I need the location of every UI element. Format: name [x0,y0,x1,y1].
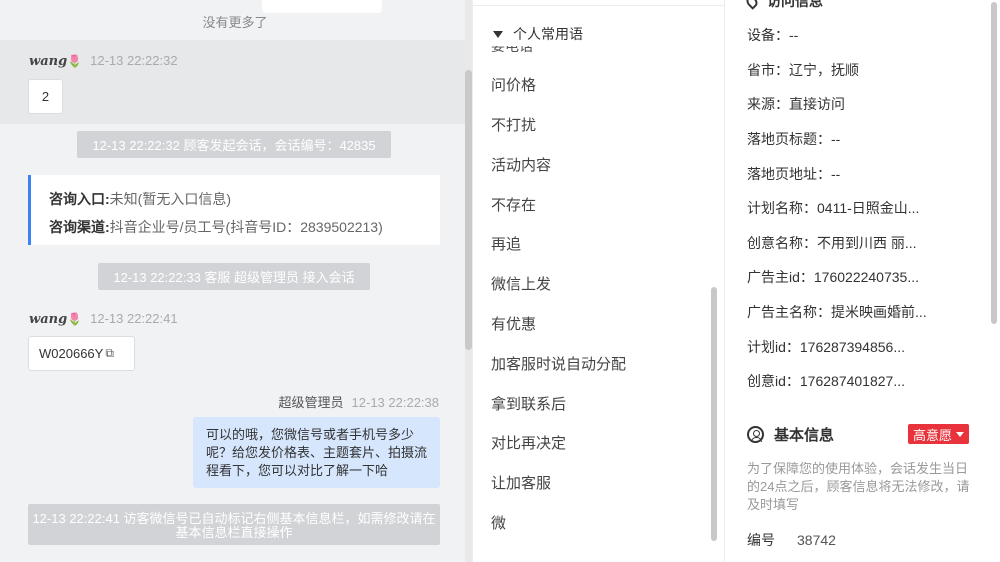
system-notice-text: 12-13 22:22:32 顾客发起会话，会话编号：42835 [92,138,376,153]
agent-message-text: 可以的哦，您微信号或者手机号多少呢？给您发价格表、主题套片、拍摄流程看下，您可以… [206,427,428,478]
agent-message-bubble[interactable]: 可以的哦，您微信号或者手机号多少呢？给您发价格表、主题套片、拍摄流程看下，您可以… [193,417,440,488]
chat-panel: 没有更多了 wang🌷 12-13 22:22:32 2 12-13 22:22:… [0,0,472,562]
message-time: 12-13 22:22:41 [90,311,178,326]
edit-notice: 为了保障您的使用体验，会话发生当日的24点之后，顾客信息将无法修改，请及时填写 [747,461,970,512]
intent-tag-dropdown[interactable]: 高意愿 [908,424,970,444]
message-sender: wang🌷 12-13 22:22:32 [29,53,178,69]
app-root: 没有更多了 wang🌷 12-13 22:22:32 2 12-13 22:22:… [0,0,1000,562]
tulip-emoji: 🌷 [67,54,83,68]
agent-sender: 超级管理员 12-13 22:22:38 [279,392,439,411]
system-notice: 12-13 22:22:33 客服 超级管理员 接入会话 [98,263,370,290]
intent-tag-label: 高意愿 [913,427,953,443]
phrase-item[interactable]: 有优惠 [491,313,536,334]
info-field-landing-url: 落地页地址：-- [747,166,841,182]
channel-row: 咨询渠道:抖音企业号/员工号(抖音号ID：2839502213) [49,213,440,241]
message-text: W020666Y [39,346,104,361]
sender-name: wang [29,54,68,69]
phrases-scrollbar[interactable] [711,287,717,541]
sender-name: wang [29,312,68,327]
entry-label: 咨询入口: [49,191,110,207]
caret-down-icon [956,431,965,437]
phrase-item[interactable]: 问价格 [491,74,536,95]
phrase-item[interactable]: 让加客服 [491,472,551,493]
message-time: 12-13 22:22:32 [90,53,178,68]
phrase-item[interactable]: 活动内容 [491,154,551,175]
customer-id-label: 编号 [747,532,775,548]
phrase-item[interactable]: 再追 [491,233,521,254]
info-field-advertiser-name: 广告主名称：提米映画婚前... [747,304,927,320]
system-notice: 12-13 22:22:32 顾客发起会话，会话编号：42835 [77,131,391,158]
phrase-item[interactable]: 不存在 [491,194,536,215]
entry-value: 未知(暂无入口信息) [109,191,231,207]
message-bubble[interactable]: 2 [28,79,63,114]
channel-value: 抖音企业号/员工号(抖音号ID：2839502213) [109,219,383,235]
phrase-item[interactable]: 对比再决定 [491,432,566,453]
info-field-creative-name: 创意名称：不用到川西 丽... [747,235,917,251]
agent-name: 超级管理员 [278,395,344,410]
no-more-text: 没有更多了 [202,15,268,30]
info-field-advertiser-id: 广告主id：176022240735... [747,269,919,285]
system-notice-text: 12-13 22:22:41 访客微信号已自动标记右侧基本信息栏，如需修改请在基… [32,511,436,540]
divider [473,5,724,6]
info-field-source: 来源：直接访问 [747,96,845,112]
common-phrases-panel: 要电话 个人常用语 问价格 不打扰 活动内容 不存在 再追 微信上发 有优惠 加… [472,0,724,562]
tulip-emoji: 🌷 [67,312,83,326]
caret-down-icon [493,30,503,38]
channel-label: 咨询渠道: [49,219,110,235]
system-notice-text: 12-13 22:22:33 客服 超级管理员 接入会话 [113,270,355,285]
basic-info-heading: 基本信息 [747,424,834,445]
chat-scrollbar-thumb[interactable] [465,70,472,350]
consult-info-card: 咨询入口:未知(暂无入口信息) 咨询渠道:抖音企业号/员工号(抖音号ID：283… [28,175,440,245]
system-notice-long: 12-13 22:22:41 访客微信号已自动标记右侧基本信息栏，如需修改请在基… [28,504,440,545]
phrase-item[interactable]: 加客服时说自动分配 [491,353,626,374]
phrase-group-title: 个人常用语 [513,26,583,42]
phrase-item[interactable]: 拿到联系后 [491,393,566,414]
chat-scrollbar[interactable] [465,0,472,562]
location-pin-icon [744,0,760,11]
phrase-item[interactable]: 不打扰 [491,114,536,135]
entry-row: 咨询入口:未知(暂无入口信息) [49,185,440,213]
visit-info-title: 访问信息 [767,0,823,9]
message-bubble[interactable]: W020666Y ⧉ [28,336,135,371]
info-field-region: 省市：辽宁，抚顺 [747,62,859,78]
customer-id-row: 编号 38742 [747,530,836,550]
customer-info-panel: 访问信息 设备：-- 省市：辽宁，抚顺 来源：直接访问 落地页标题：-- 落地页… [724,0,1000,562]
info-field-landing-title: 落地页标题：-- [747,131,841,147]
info-field-plan-id: 计划id：176287394856... [747,339,905,355]
message-sender: wang🌷 12-13 22:22:41 [29,311,178,327]
phrase-item[interactable]: 微信上发 [491,273,551,294]
info-field-creative-id: 创意id：176287401827... [747,373,905,389]
user-circle-icon [747,426,764,443]
customer-id-value[interactable]: 38742 [797,532,836,548]
info-scrollbar[interactable] [991,2,997,324]
info-field-device: 设备：-- [747,27,799,43]
basic-info-title: 基本信息 [774,427,835,444]
phrase-item[interactable]: 微 [491,512,506,533]
message-text: 2 [41,89,50,104]
agent-message-time: 12-13 22:22:38 [351,395,439,410]
phrase-group-header[interactable]: 个人常用语 [473,22,709,46]
visit-info-heading: 访问信息 [744,0,823,11]
info-field-plan-name: 计划名称：0411-日照金山... [747,200,920,216]
copy-icon[interactable]: ⧉ [105,346,114,361]
